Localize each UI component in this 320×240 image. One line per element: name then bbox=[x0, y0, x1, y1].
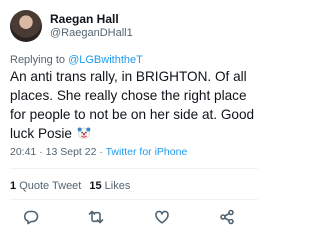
tweet-text: An anti trans rally, in BRIGHTON. Of all… bbox=[10, 67, 256, 143]
display-name[interactable]: Raegan Hall bbox=[50, 12, 133, 26]
retweet-button[interactable] bbox=[87, 208, 105, 226]
share-button[interactable] bbox=[218, 208, 236, 226]
avatar[interactable] bbox=[10, 10, 42, 42]
meta-separator: · bbox=[36, 146, 46, 158]
author-names: Raegan Hall @RaeganDHall1 bbox=[50, 12, 133, 40]
tweet-time[interactable]: 20:41 bbox=[10, 146, 36, 158]
like-button[interactable] bbox=[153, 208, 171, 226]
retweet-icon bbox=[88, 210, 104, 224]
tweet-meta: 20:41 · 13 Sept 22 · Twitter for iPhone bbox=[10, 146, 187, 158]
replying-to: Replying to @LGBwiththeT bbox=[10, 54, 143, 66]
quote-tweet-stat[interactable]: 1 Quote Tweet bbox=[10, 180, 81, 192]
like-count: 15 bbox=[89, 180, 102, 192]
clown-face-emoji-icon bbox=[77, 127, 91, 140]
divider bbox=[10, 199, 258, 200]
action-bar bbox=[0, 208, 258, 230]
tweet-date[interactable]: 13 Sept 22 bbox=[46, 146, 97, 158]
like-icon bbox=[155, 210, 169, 224]
user-handle[interactable]: @RaeganDHall1 bbox=[50, 26, 133, 40]
tweet-stats: 1 Quote Tweet 15 Likes bbox=[10, 180, 130, 192]
tweet-source-link[interactable]: Twitter for iPhone bbox=[106, 146, 188, 158]
reply-mention-link[interactable]: @LGBwiththeT bbox=[68, 54, 143, 66]
likes-label: Likes bbox=[104, 180, 131, 192]
replying-to-label: Replying to bbox=[10, 54, 69, 66]
tweet-header: Raegan Hall @RaeganDHall1 bbox=[10, 9, 133, 43]
meta-separator: · bbox=[96, 146, 106, 158]
likes-stat[interactable]: 15 Likes bbox=[89, 180, 130, 192]
reply-icon bbox=[23, 210, 39, 225]
divider bbox=[10, 168, 258, 169]
share-icon bbox=[220, 209, 234, 225]
reply-button[interactable] bbox=[22, 208, 40, 226]
quote-label: Quote Tweet bbox=[19, 180, 82, 192]
quote-count: 1 bbox=[10, 180, 17, 192]
tweet-text-content: An anti trans rally, in BRIGHTON. Of all… bbox=[10, 69, 255, 141]
